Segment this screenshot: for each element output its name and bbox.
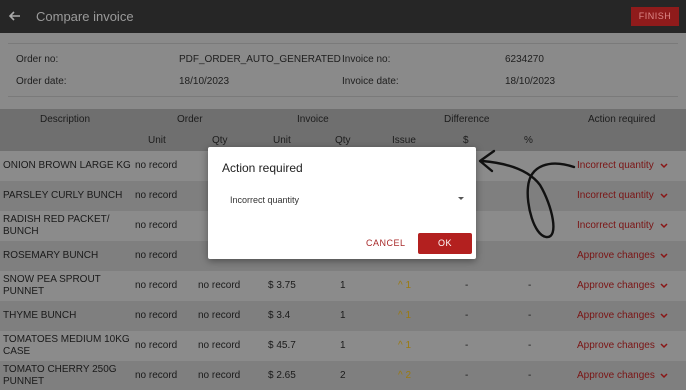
col-invoice: Invoice (297, 114, 329, 125)
row-invoice-unit: $ 45.7 (268, 340, 296, 351)
col-description: Description (40, 114, 91, 125)
col-order-unit: Unit (148, 135, 166, 146)
row-diff-dollar: - (465, 370, 469, 381)
row-issue: ^ 1 (398, 280, 412, 291)
annotation-arrow-icon (478, 149, 576, 239)
col-invoice-unit: Unit (273, 135, 291, 146)
col-difference: Difference (444, 114, 490, 125)
row-issue: ^ 1 (398, 340, 412, 351)
row-order-unit: no record (135, 220, 178, 231)
row-invoice-qty: 2 (340, 370, 346, 381)
row-order-unit: no record (135, 340, 178, 351)
top-bar: Compare invoice FINISH (0, 0, 686, 33)
action-select-value: Incorrect quantity (230, 195, 300, 205)
row-issue: ^ 1 (398, 310, 412, 321)
row-action-select[interactable]: Incorrect quantity (577, 160, 654, 172)
order-date-label: Order date: (16, 76, 67, 87)
table-row[interactable]: TOMATOES MEDIUM 10KG CASE no record no r… (0, 331, 686, 361)
col-issue: Issue (392, 135, 416, 146)
col-action: Action required (588, 114, 656, 125)
row-action-select[interactable]: Approve changes (577, 310, 655, 322)
row-description: PARSLEY CURLY BUNCH (3, 190, 123, 201)
row-diff-dollar: - (465, 340, 469, 351)
row-description: RADISH RED PACKET/ BUNCH (3, 214, 110, 237)
arrow-left-icon[interactable] (6, 7, 24, 25)
invoice-date-value: 18/10/2023 (505, 76, 556, 87)
row-description: SNOW PEA SPROUT PUNNET (3, 274, 101, 297)
col-order: Order (177, 114, 203, 125)
dropdown-caret-icon (458, 197, 464, 200)
invoice-no-label: Invoice no: (342, 54, 391, 65)
row-diff-dollar: - (465, 310, 469, 321)
row-diff-dollar: - (465, 280, 469, 291)
row-order-unit: no record (135, 310, 178, 321)
row-invoice-unit: $ 2.65 (268, 370, 296, 381)
row-invoice-unit: $ 3.75 (268, 280, 296, 291)
col-order-qty: Qty (212, 135, 228, 146)
cancel-button[interactable]: CANCEL (366, 238, 406, 248)
invoice-date-label: Invoice date: (342, 76, 399, 87)
row-invoice-qty: 1 (340, 280, 346, 291)
order-no-value: PDF_ORDER_AUTO_GENERATED (179, 54, 341, 65)
table-row[interactable]: SNOW PEA SPROUT PUNNET no record no reco… (0, 271, 686, 301)
row-diff-percent: - (528, 310, 532, 321)
chevron-down-icon[interactable] (660, 222, 668, 230)
row-action-select[interactable]: Incorrect quantity (577, 190, 654, 202)
invoice-no-value: 6234270 (505, 54, 544, 65)
row-description: THYME BUNCH (3, 310, 77, 321)
row-order-qty: no record (198, 280, 241, 291)
row-order-qty: no record (198, 340, 241, 351)
row-invoice-qty: 1 (340, 340, 346, 351)
row-description: ROSEMARY BUNCH (3, 250, 99, 261)
row-description: TOMATOES MEDIUM 10KG CASE (3, 334, 130, 357)
row-invoice-qty: 1 (340, 310, 346, 321)
finish-button[interactable]: FINISH (631, 7, 679, 26)
table-header: Description Order Invoice Difference Act… (0, 109, 686, 151)
chevron-down-icon[interactable] (660, 162, 668, 170)
row-action-select[interactable]: Incorrect quantity (577, 220, 654, 232)
action-select[interactable]: Incorrect quantity (222, 189, 464, 209)
table-row[interactable]: TOMATO CHERRY 250G PUNNET no record no r… (0, 361, 686, 390)
chevron-down-icon[interactable] (660, 282, 668, 290)
row-order-qty: no record (198, 370, 241, 381)
chevron-down-icon[interactable] (660, 192, 668, 200)
row-description: TOMATO CHERRY 250G PUNNET (3, 364, 117, 387)
row-diff-percent: - (528, 280, 532, 291)
invoice-info-panel: Order no: PDF_ORDER_AUTO_GENERATED Invoi… (8, 43, 678, 97)
row-invoice-unit: $ 3.4 (268, 310, 291, 321)
row-diff-percent: - (528, 370, 532, 381)
chevron-down-icon[interactable] (660, 342, 668, 350)
row-diff-percent: - (528, 340, 532, 351)
chevron-down-icon[interactable] (660, 372, 668, 380)
row-order-unit: no record (135, 250, 178, 261)
order-no-label: Order no: (16, 54, 59, 65)
row-issue: ^ 2 (398, 370, 412, 381)
row-action-select[interactable]: Approve changes (577, 280, 655, 292)
dialog-title: Action required (222, 161, 303, 175)
row-description: ONION BROWN LARGE KG (3, 160, 131, 171)
row-action-select[interactable]: Approve changes (577, 340, 655, 352)
page-title: Compare invoice (36, 9, 134, 24)
col-diff-dollar: $ (463, 135, 469, 146)
ok-button[interactable]: OK (418, 233, 472, 254)
row-action-select[interactable]: Approve changes (577, 250, 655, 262)
row-order-unit: no record (135, 370, 178, 381)
row-order-unit: no record (135, 190, 178, 201)
row-order-unit: no record (135, 280, 178, 291)
action-required-dialog: Action required Incorrect quantity CANCE… (208, 147, 476, 259)
row-action-select[interactable]: Approve changes (577, 370, 655, 382)
chevron-down-icon[interactable] (660, 312, 668, 320)
row-order-qty: no record (198, 310, 241, 321)
col-invoice-qty: Qty (335, 135, 351, 146)
order-date-value: 18/10/2023 (179, 76, 230, 87)
row-order-unit: no record (135, 160, 178, 171)
table-row[interactable]: THYME BUNCH no record no record $ 3.4 1 … (0, 301, 686, 331)
chevron-down-icon[interactable] (660, 252, 668, 260)
